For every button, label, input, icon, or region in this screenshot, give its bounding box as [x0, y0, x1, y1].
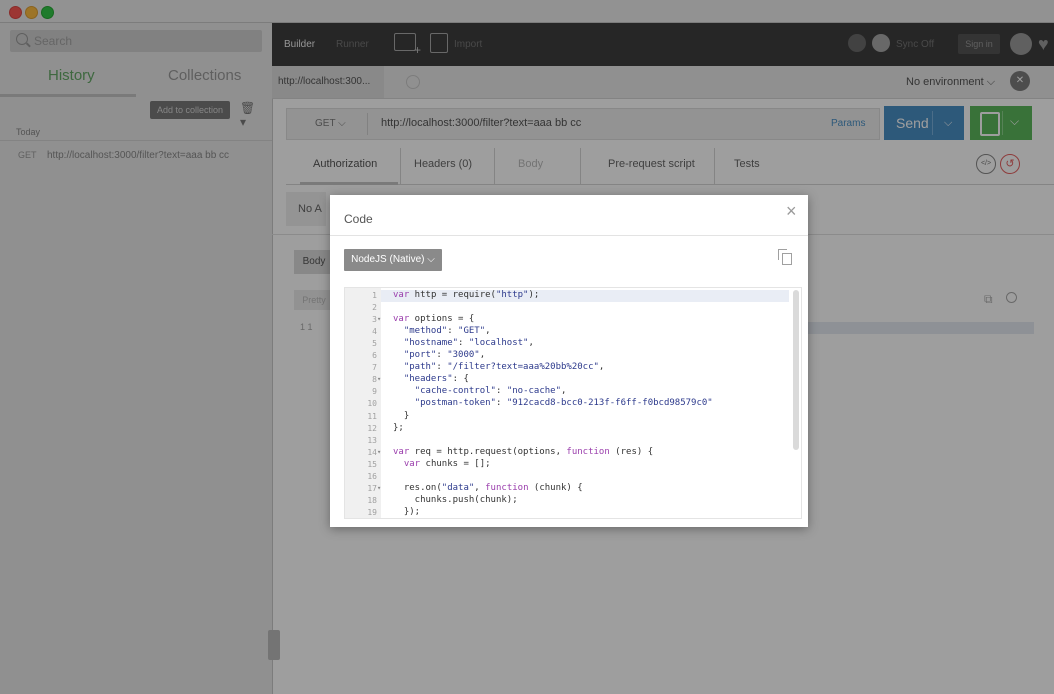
code-line: chunks.push(chunk); — [393, 494, 518, 505]
line-number: 7 — [372, 363, 377, 373]
scrollbar[interactable] — [793, 290, 799, 450]
code-line: "headers": { — [403, 374, 469, 385]
line-number: 5 — [372, 339, 377, 349]
code-line: "cache-control": "no-cache", — [414, 386, 567, 397]
line-number: 15 — [367, 459, 377, 469]
code-line: "hostname": "localhost", — [403, 338, 534, 349]
code-line: "postman-token": "912cacd8-bcc0-213f-f6f… — [414, 398, 713, 409]
language-select[interactable]: NodeJS (Native) ⌵ — [344, 249, 442, 271]
line-number: 19 — [367, 507, 377, 517]
line-number: 14 — [367, 447, 377, 457]
code-line: "method": "GET", — [403, 326, 491, 337]
divider — [330, 235, 808, 236]
code-line: "path": "/filter?text=aaa%20bb%20cc", — [403, 362, 605, 373]
line-number: 10 — [367, 399, 377, 409]
fold-toggle-icon[interactable]: ▾ — [377, 484, 383, 492]
line-number: 6 — [372, 351, 377, 361]
modal-title: Code — [344, 212, 373, 226]
code-line: }); — [393, 506, 421, 517]
line-number: 4 — [372, 327, 377, 337]
line-number: 13 — [367, 435, 377, 445]
code-line: }; — [393, 422, 404, 433]
line-number: 17 — [367, 483, 377, 493]
code-modal: Code × NodeJS (Native) ⌵ 1 var http = req… — [330, 195, 808, 527]
line-number: 12 — [367, 423, 377, 433]
code-line: var http = require("http"); — [393, 290, 540, 300]
copy-icon[interactable] — [778, 249, 792, 265]
line-number: 3 — [372, 315, 377, 325]
line-number: 8 — [372, 375, 377, 385]
code-line: var req = http.request(options, function… — [393, 446, 654, 457]
code-line: "port": "3000", — [403, 350, 486, 361]
line-number: 11 — [367, 411, 377, 421]
line-number: 2 — [372, 303, 377, 313]
line-number: 9 — [372, 387, 377, 397]
code-editor[interactable]: 1 var http = require("http"); 2 3 ▾ var optio… — [344, 287, 802, 519]
code-line: var chunks = []; — [403, 458, 491, 469]
line-number: 1 — [372, 291, 377, 300]
close-icon[interactable]: × — [786, 201, 797, 222]
code-line: res.on("data", function (chunk) { — [393, 482, 583, 493]
fold-toggle-icon[interactable]: ▾ — [377, 448, 383, 456]
code-line: var options = { — [393, 314, 475, 325]
fold-toggle-icon[interactable]: ▾ — [377, 315, 383, 323]
fold-toggle-icon[interactable]: ▾ — [377, 375, 383, 383]
line-number: 16 — [367, 471, 377, 481]
code-line: } — [393, 410, 410, 421]
line-number: 18 — [367, 495, 377, 505]
